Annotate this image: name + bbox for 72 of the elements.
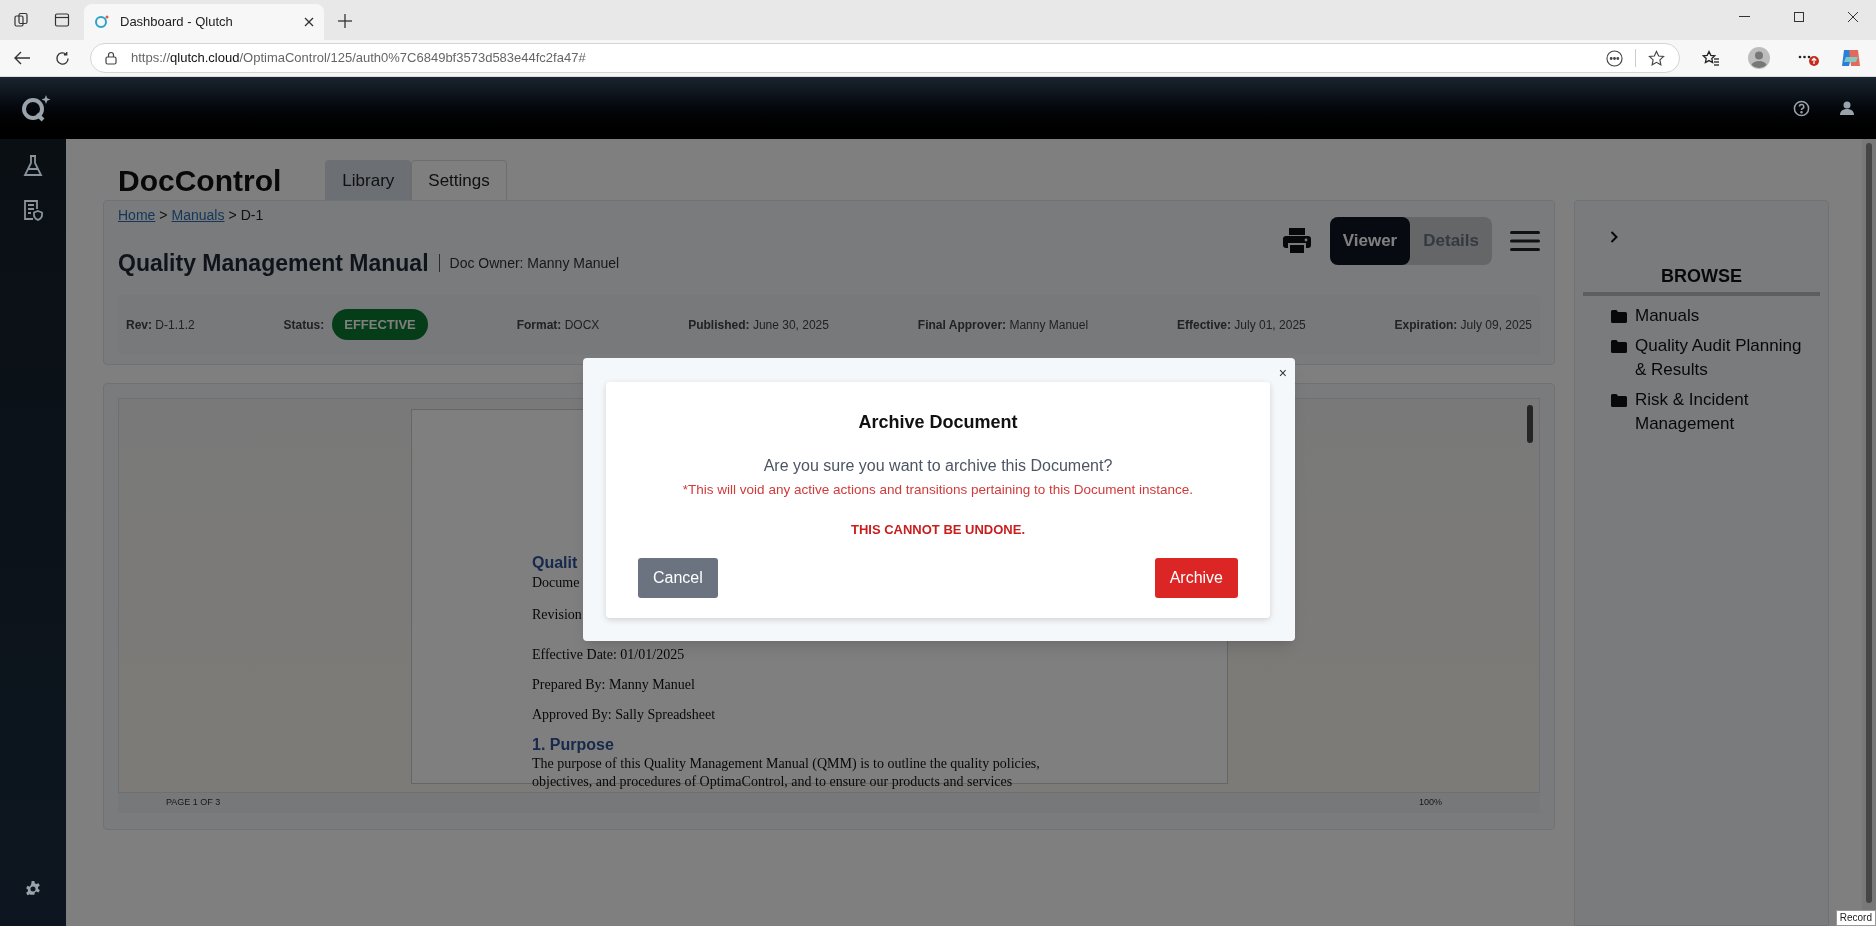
folder-item[interactable]: Quality Audit Planning & Results (1611, 334, 1812, 382)
page-line: Approved By: Sally Spreadsheet (532, 706, 716, 724)
copilot-icon[interactable] (1840, 47, 1862, 69)
dialog-warning: *This will void any active actions and transitions pertaining to this Document instance. (682, 481, 1194, 499)
page-line: Effective Date: 01/01/2025 (532, 646, 685, 664)
browser-tab[interactable]: Dashboard - Qlutch (84, 4, 324, 40)
tab-actions-icon[interactable] (54, 12, 70, 28)
breadcrumb-link[interactable]: Manuals (171, 205, 225, 226)
dialog-emphasis: THIS CANNOT BE UNDONE. (850, 521, 1026, 540)
expand-chevron-icon[interactable] (1610, 231, 1618, 243)
meta-field: Format: DOCX (516, 315, 600, 334)
page-line: Docume (532, 574, 580, 592)
user-icon[interactable] (1840, 101, 1854, 115)
confirm-button[interactable]: Archive (1154, 557, 1238, 598)
breadcrumb-separator: > (159, 206, 168, 225)
breadcrumb-current: D-1 (240, 206, 264, 225)
app-title: DocControl (118, 166, 282, 196)
nav-tab[interactable]: Library (325, 160, 412, 200)
page-line: Revision (532, 606, 582, 624)
favicon-icon (94, 14, 110, 30)
breadcrumb-link[interactable]: Home (118, 205, 156, 226)
meta-field: Final Approver: Manny Manuel (917, 315, 1089, 334)
breadcrumb-separator: > (228, 206, 237, 225)
address-bar[interactable]: https://qlutch.cloud/OptimaControl/125/auth0%7C6849bf3573d583e44fc2fa47# (90, 43, 1680, 73)
scrollbar-thumb[interactable] (1527, 405, 1533, 443)
meta-field: Published: June 30, 2025 (688, 315, 829, 334)
refresh-icon[interactable] (55, 50, 70, 66)
reader-mode-icon[interactable] (1606, 49, 1623, 67)
close-tab-icon[interactable] (304, 17, 314, 27)
dialog-title: Archive Document (858, 411, 1018, 434)
settings-icon[interactable] (24, 880, 42, 898)
profile-avatar-icon[interactable] (1748, 47, 1770, 69)
tooltip: Record (1835, 910, 1876, 926)
flask-icon[interactable] (23, 155, 43, 177)
page-heading: 1. Purpose (532, 735, 614, 755)
document-shield-icon[interactable] (22, 199, 44, 221)
help-icon[interactable] (1793, 99, 1810, 117)
meta-field: Rev: D-1.1.2 (126, 315, 195, 334)
favorite-star-icon[interactable] (1648, 49, 1665, 67)
folder-icon (1611, 394, 1627, 407)
document-owner: Doc Owner: Manny Manuel (449, 253, 620, 273)
zoom-level: 100% (1418, 796, 1442, 810)
maximize-icon[interactable] (1794, 12, 1804, 22)
new-tab-icon[interactable] (338, 14, 352, 28)
minimize-icon[interactable] (1739, 16, 1750, 18)
view-toggle-option[interactable]: Viewer (1329, 217, 1411, 265)
lock-icon (105, 51, 117, 65)
folder-icon (1611, 340, 1627, 353)
page-line: Prepared By: Manny Manuel (532, 676, 695, 694)
app-logo-icon[interactable] (20, 93, 52, 123)
browse-heading: BROWSE (1583, 263, 1820, 296)
page-indicator: PAGE 1 OF 3 (166, 796, 221, 810)
document-title: Quality Management Manual (118, 249, 429, 278)
nav-tab[interactable]: Settings (411, 160, 507, 200)
close-window-icon[interactable] (1848, 12, 1858, 22)
page-heading: Qualit (532, 553, 578, 573)
close-button[interactable]: × (1278, 366, 1287, 380)
folder-item[interactable]: Risk & Incident Management (1611, 388, 1812, 436)
favorites-icon[interactable] (1702, 49, 1720, 67)
cancel-button[interactable]: Cancel (638, 557, 718, 598)
workspaces-icon[interactable] (14, 12, 30, 28)
folder-icon (1611, 310, 1627, 323)
meta-field: Expiration: July 09, 2025 (1394, 315, 1532, 334)
meta-field: Effective: July 01, 2025 (1177, 315, 1306, 334)
page-paragraph: The purpose of this Quality Management Manual (QMM) is to outline the quality policies, objectives, and procedures of OptimaControl, and to ensure our products and services (532, 755, 1041, 791)
meta-label: Status: (283, 316, 325, 334)
back-icon[interactable] (14, 51, 31, 65)
folder-item[interactable]: Manuals (1611, 304, 1812, 328)
status-badge: EFFECTIVE (332, 308, 428, 341)
menu-icon[interactable] (1510, 230, 1540, 252)
dialog-question: Are you sure you want to archive this Document? (763, 456, 1113, 476)
print-icon[interactable] (1281, 227, 1312, 255)
